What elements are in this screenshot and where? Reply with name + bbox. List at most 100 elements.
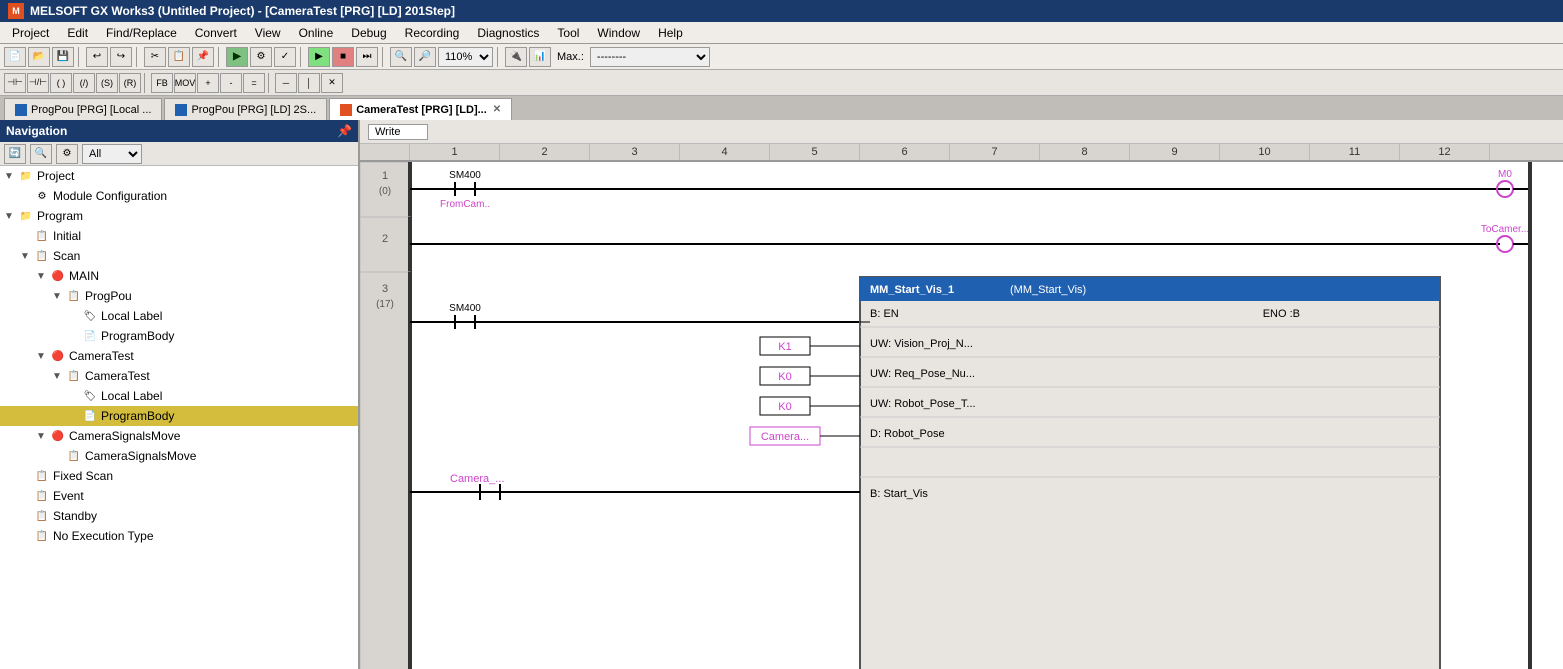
tree-initial[interactable]: 📋 Initial — [0, 226, 358, 246]
sep3 — [218, 47, 222, 67]
tree-event[interactable]: 📋 Event — [0, 486, 358, 506]
sep1 — [78, 47, 82, 67]
tab-progpou-local[interactable]: ProgPou [PRG] [Local ... — [4, 98, 162, 120]
col-h-0 — [360, 144, 410, 160]
tree-label-csmi: CameraSignalsMove — [85, 449, 196, 463]
ll2-icon: 🏷 — [82, 389, 98, 403]
new-btn[interactable]: 📄 — [4, 47, 26, 67]
paste-btn[interactable]: 📌 — [192, 47, 214, 67]
undo-btn[interactable]: ↩ — [86, 47, 108, 67]
ld-coil-btn[interactable]: ( ) — [50, 73, 72, 93]
menu-edit[interactable]: Edit — [59, 24, 96, 42]
menu-help[interactable]: Help — [650, 24, 691, 42]
copy-btn[interactable]: 📋 — [168, 47, 190, 67]
ld-ncoil-btn[interactable]: (/) — [73, 73, 95, 93]
monitor-btn[interactable]: 📊 — [529, 47, 551, 67]
ld-fb-btn[interactable]: FB — [151, 73, 173, 93]
svg-text:SM400: SM400 — [449, 170, 481, 181]
zoom-in-btn[interactable]: 🔍 — [390, 47, 412, 67]
tree-standby[interactable]: 📋 Standby — [0, 506, 358, 526]
tree-program-body-1[interactable]: 📄 ProgramBody — [0, 326, 358, 346]
max-select[interactable]: -------- — [590, 47, 710, 67]
ld-add-btn[interactable]: + — [197, 73, 219, 93]
save-btn[interactable]: 💾 — [52, 47, 74, 67]
ld-ncontact-btn[interactable]: ⊣/⊢ — [27, 73, 49, 93]
tree-scan[interactable]: ▼ 📋 Scan — [0, 246, 358, 266]
nav-search-btn[interactable]: 🔍 — [30, 144, 52, 164]
ld-sub-btn[interactable]: - — [220, 73, 242, 93]
menu-online[interactable]: Online — [291, 24, 342, 42]
menu-view[interactable]: View — [247, 24, 289, 42]
nav-toolbar: 🔄 🔍 ⚙ All — [0, 142, 358, 166]
tab-cameratest-ld[interactable]: CameraTest [PRG] [LD]... ✕ — [329, 98, 512, 120]
svg-text:(0): (0) — [379, 186, 391, 197]
menu-tool[interactable]: Tool — [549, 24, 587, 42]
tree-program[interactable]: ▼ 📁 Program — [0, 206, 358, 226]
zoom-out-btn[interactable]: 🔎 — [414, 47, 436, 67]
ld-diagram-svg: 1 (0) SM400 FromCam.. — [360, 162, 1560, 669]
ld-editor[interactable]: 1 2 3 4 5 6 7 8 9 10 11 12 1 (0) — [360, 144, 1563, 669]
open-btn[interactable]: 📂 — [28, 47, 50, 67]
tree-local-label-2[interactable]: 🏷 Local Label — [0, 386, 358, 406]
nav-pin-icon[interactable]: 📌 — [337, 124, 352, 138]
ld-move-btn[interactable]: MOV — [174, 73, 196, 93]
online-btn[interactable]: 🔌 — [505, 47, 527, 67]
tree-module-config[interactable]: ⚙ Module Configuration — [0, 186, 358, 206]
build-btn[interactable]: ▶ — [226, 47, 248, 67]
menu-diagnostics[interactable]: Diagnostics — [469, 24, 547, 42]
ld-line-btn[interactable]: ─ — [275, 73, 297, 93]
ld-rst-btn[interactable]: (R) — [119, 73, 141, 93]
tab-icon-2 — [175, 104, 187, 116]
cut-btn[interactable]: ✂ — [144, 47, 166, 67]
tree-cameratest-item[interactable]: ▼ 📋 CameraTest — [0, 366, 358, 386]
col-h-11: 11 — [1310, 144, 1400, 160]
menu-convert[interactable]: Convert — [187, 24, 245, 42]
tree-no-exec[interactable]: 📋 No Execution Type — [0, 526, 358, 546]
col-h-7: 7 — [950, 144, 1040, 160]
tree-program-body-2[interactable]: 📄 ProgramBody — [0, 406, 358, 426]
tab-close-icon[interactable]: ✕ — [493, 104, 501, 115]
sep6 — [497, 47, 501, 67]
sb-icon: 📋 — [34, 509, 50, 523]
tree-project[interactable]: ▼ 📁 Project — [0, 166, 358, 186]
ld-cmp-btn[interactable]: = — [243, 73, 265, 93]
nav-settings-btn[interactable]: ⚙ — [56, 144, 78, 164]
ev-icon: 📋 — [34, 489, 50, 503]
nav-tree: ▼ 📁 Project ⚙ Module Configuration ▼ 📁 P… — [0, 166, 358, 669]
menu-project[interactable]: Project — [4, 24, 57, 42]
tree-main[interactable]: ▼ 🔴 MAIN — [0, 266, 358, 286]
rebuild-btn[interactable]: ⚙ — [250, 47, 272, 67]
ld-contact-btn[interactable]: ⊣⊢ — [4, 73, 26, 93]
nav-filter-select[interactable]: All — [82, 144, 142, 164]
check-btn[interactable]: ✓ — [274, 47, 296, 67]
tab-progpou-ld[interactable]: ProgPou [PRG] [LD] 2S... — [164, 98, 327, 120]
run-btn[interactable]: ▶ — [308, 47, 330, 67]
main-icon: 🔴 — [50, 269, 66, 283]
menu-window[interactable]: Window — [589, 24, 648, 42]
tree-csm-folder[interactable]: ▼ 🔴 CameraSignalsMove — [0, 426, 358, 446]
tree-label-ctf: CameraTest — [69, 349, 134, 363]
tree-csm-item[interactable]: 📋 CameraSignalsMove — [0, 446, 358, 466]
tree-label-scan: Scan — [53, 249, 80, 263]
tree-fixed-scan[interactable]: 📋 Fixed Scan — [0, 466, 358, 486]
tree-progpou[interactable]: ▼ 📋 ProgPou — [0, 286, 358, 306]
ld-set-btn[interactable]: (S) — [96, 73, 118, 93]
nav-refresh-btn[interactable]: 🔄 — [4, 144, 26, 164]
ld-del-btn[interactable]: ✕ — [321, 73, 343, 93]
step-btn[interactable]: ⏭ — [356, 47, 378, 67]
stop-btn[interactable]: ■ — [332, 47, 354, 67]
svg-text:UW: Req_Pose_Nu...: UW: Req_Pose_Nu... — [870, 368, 975, 380]
tree-cameratest-folder[interactable]: ▼ 🔴 CameraTest — [0, 346, 358, 366]
svg-text:K1: K1 — [778, 341, 791, 353]
svg-text:1: 1 — [382, 170, 388, 182]
module-config-icon: ⚙ — [34, 189, 50, 203]
menu-findreplace[interactable]: Find/Replace — [98, 24, 185, 42]
ld-vline-btn[interactable]: │ — [298, 73, 320, 93]
redo-btn[interactable]: ↪ — [110, 47, 132, 67]
menu-debug[interactable]: Debug — [343, 24, 394, 42]
zoom-select[interactable]: 110% 100% 75% — [438, 47, 493, 67]
svg-text:B: Start_Vis: B: Start_Vis — [870, 488, 928, 500]
menu-recording[interactable]: Recording — [397, 24, 468, 42]
tree-arrow-csmf: ▼ — [36, 431, 50, 442]
tree-local-label-1[interactable]: 🏷 Local Label — [0, 306, 358, 326]
